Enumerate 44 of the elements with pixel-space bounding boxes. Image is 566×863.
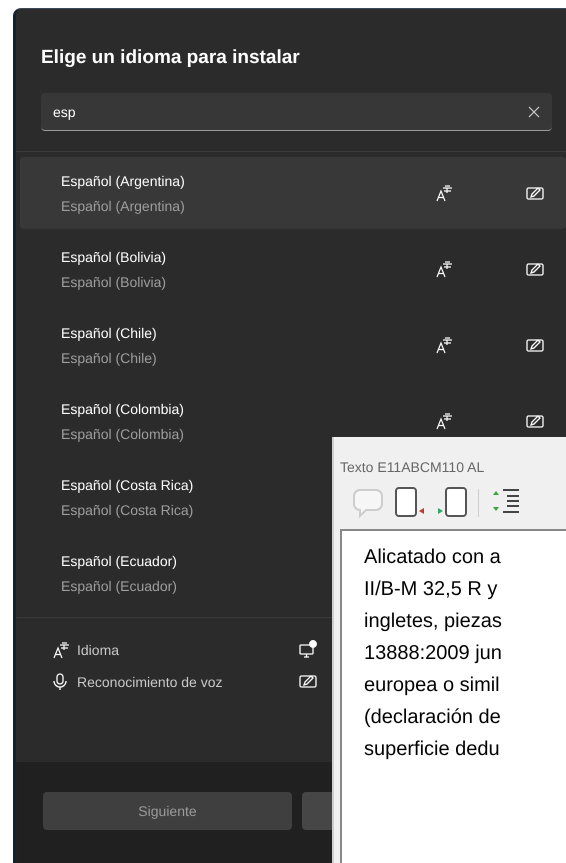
window-title: Texto E11ABCM110 AL <box>339 458 486 477</box>
language-native-name: Español (Costa Rica) <box>61 502 194 518</box>
language-name: Español (Ecuador) <box>61 552 177 568</box>
handwriting-icon <box>526 337 544 353</box>
text-line: 13888:2009 jun <box>364 641 503 666</box>
text-to-speech-icon <box>436 184 453 202</box>
text-line: ingletes, piezas <box>364 609 503 634</box>
language-native-name: Español (Bolivia) <box>61 274 166 290</box>
language-native-name: Español (Ecuador) <box>61 578 177 594</box>
language-name: Español (Bolivia) <box>61 248 166 264</box>
text-line: superficie dedu <box>364 737 501 762</box>
text-line: europea o simil <box>364 673 501 698</box>
document-text-area[interactable]: Alicatado con a II/B-M 32,5 R y ingletes, piezas 13888:2009 jun europea o simil (declaración de superficie dedu <box>340 529 566 863</box>
language-native-name: Español (Colombia) <box>61 426 184 442</box>
text-line: (declaración de <box>364 705 502 730</box>
language-item[interactable]: Español (Colombia) Español (Colombia) <box>20 385 566 457</box>
language-name: Español (Argentina) <box>61 172 185 188</box>
language-native-name: Español (Argentina) <box>61 198 185 214</box>
language-name: Español (Chile) <box>61 324 157 340</box>
language-name: Español (Colombia) <box>61 400 184 416</box>
text-line: Alicatado con a <box>364 545 502 570</box>
language-item[interactable]: Español (Chile) Español (Chile) <box>20 309 566 381</box>
handwriting-icon <box>526 261 544 277</box>
text-to-speech-icon <box>436 336 453 354</box>
microphone-icon <box>53 673 67 691</box>
handwriting-icon <box>299 672 317 688</box>
text-to-speech-icon <box>53 642 70 658</box>
text-line: II/B-M 32,5 R y <box>364 577 498 602</box>
language-native-name: Español (Chile) <box>61 350 157 366</box>
search-field[interactable]: esp <box>41 93 552 131</box>
page-next-icon[interactable] <box>436 486 468 520</box>
close-icon[interactable] <box>528 106 540 118</box>
handwriting-icon <box>526 185 544 201</box>
language-item[interactable]: Español (Argentina) Español (Argentina) <box>20 157 566 229</box>
language-name: Español (Costa Rica) <box>61 476 194 492</box>
handwriting-icon <box>526 413 544 429</box>
display-icon <box>299 640 317 658</box>
language-item[interactable]: Español (Bolivia) Español (Bolivia) <box>20 233 566 305</box>
feature-label: Idioma <box>77 641 120 660</box>
dialog-title: Elige un idioma para instalar <box>40 46 301 70</box>
text-to-speech-icon <box>436 260 453 278</box>
feature-label: Reconocimiento de voz <box>77 673 224 692</box>
page-previous-icon[interactable] <box>394 486 426 520</box>
text-to-speech-icon <box>436 412 453 430</box>
